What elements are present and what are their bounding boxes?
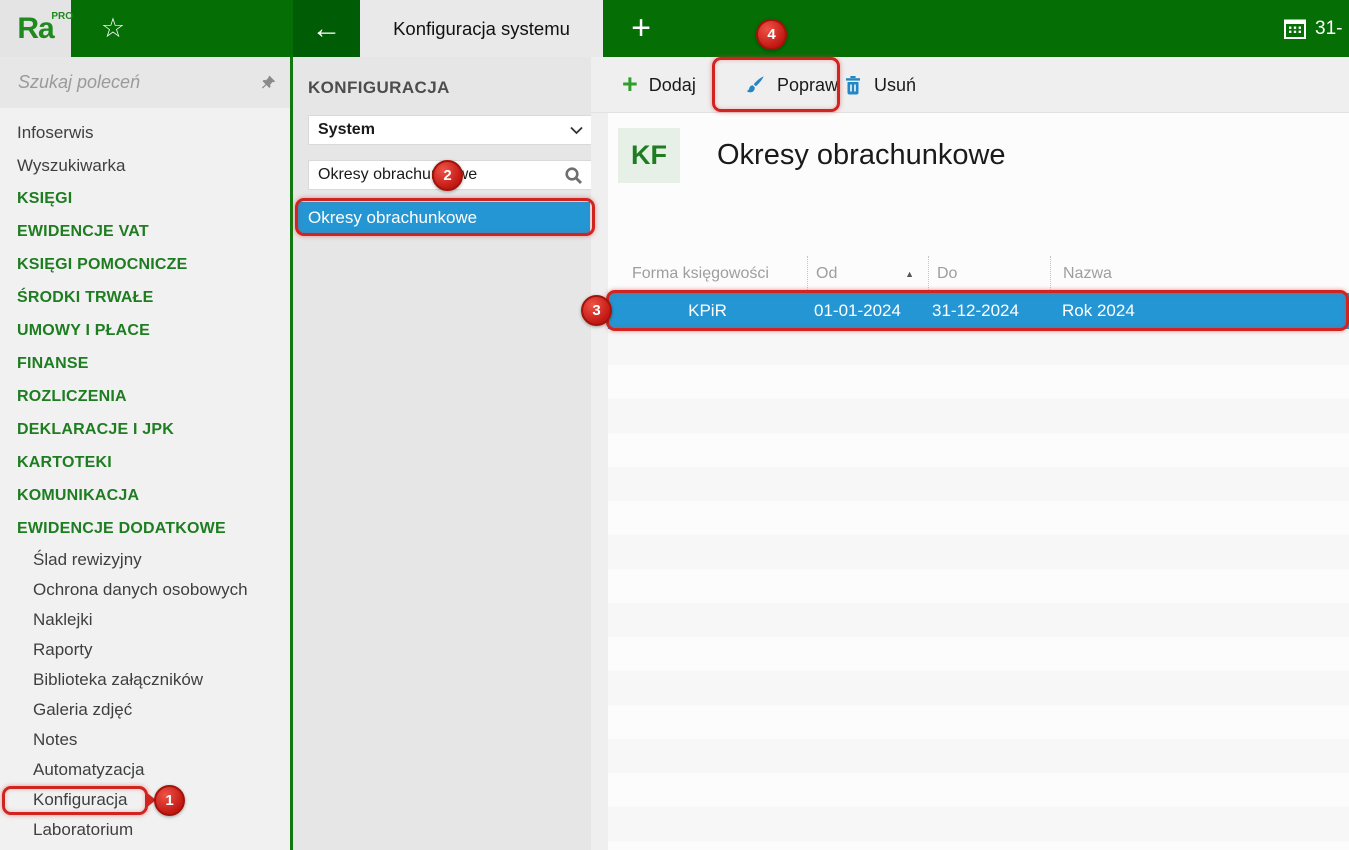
empty-row bbox=[608, 739, 1349, 773]
delete-button[interactable]: Usuń bbox=[843, 57, 916, 113]
table-header: Forma księgowości Od ▲ Do Nazwa bbox=[608, 256, 1349, 292]
sidebar-item-notes[interactable]: Notes bbox=[0, 725, 291, 755]
sidebar-item-galeria-zdjęć[interactable]: Galeria zdjęć bbox=[0, 695, 291, 725]
add-button-label: Dodaj bbox=[648, 74, 696, 95]
column-header-do[interactable]: Do bbox=[928, 256, 1050, 292]
sidebar-item-automatyzacja[interactable]: Automatyzacja bbox=[0, 755, 291, 785]
sidebar-item-naklejki[interactable]: Naklejki bbox=[0, 605, 291, 635]
pin-icon[interactable] bbox=[260, 74, 277, 91]
sidebar-item-raporty[interactable]: Raporty bbox=[0, 635, 291, 665]
sidebar-item-laboratorium[interactable]: Laboratorium bbox=[0, 815, 291, 845]
command-search[interactable]: Szukaj poleceń bbox=[0, 57, 291, 108]
sidebar-item-księgi[interactable]: KSIĘGI bbox=[0, 182, 291, 215]
annotation-circle-1: 1 bbox=[154, 785, 185, 816]
app: { "topbar": { "logo_text": "Ra", "logo_s… bbox=[0, 0, 1349, 850]
sidebar-item-finanse[interactable]: FINANSE bbox=[0, 347, 291, 380]
empty-row bbox=[608, 365, 1349, 399]
column-header-forma-księgowości[interactable]: Forma księgowości bbox=[608, 256, 807, 292]
sidebar-item-kartoteki[interactable]: KARTOTEKI bbox=[0, 446, 291, 479]
empty-row bbox=[608, 467, 1349, 501]
logo-text: Ra bbox=[17, 11, 54, 45]
add-button[interactable]: + Dodaj bbox=[622, 57, 696, 113]
sidebar-item-komunikacja[interactable]: KOMUNIKACJA bbox=[0, 479, 291, 512]
sidebar-item-infoserwis[interactable]: Infoserwis bbox=[0, 116, 291, 149]
config-panel-title: KONFIGURACJA bbox=[308, 78, 450, 97]
empty-row bbox=[608, 535, 1349, 569]
date-widget[interactable]: 31- bbox=[1283, 0, 1349, 57]
chevron-down-icon bbox=[570, 126, 583, 135]
annotation-outline-popraw bbox=[712, 57, 840, 112]
main-toolbar: + Dodaj Popraw Usuń bbox=[591, 57, 1349, 113]
date-text: 31- bbox=[1315, 17, 1343, 39]
dropdown-selected-value: System bbox=[318, 121, 375, 138]
empty-row bbox=[608, 671, 1349, 705]
sidebar-item-umowy-i-płace[interactable]: UMOWY I PŁACE bbox=[0, 314, 291, 347]
sidebar-nav: Infoserwis Wyszukiwarka KSIĘGI EWIDENCJE VA… bbox=[0, 108, 291, 845]
logo-pro-badge: PRO bbox=[51, 10, 73, 22]
table-empty-rows bbox=[608, 331, 1349, 850]
tab-title: Konfiguracja systemu bbox=[393, 17, 570, 39]
annotation-circle-3: 3 bbox=[581, 295, 612, 326]
add-plus-icon: + bbox=[622, 68, 638, 99]
column-header-od[interactable]: Od ▲ bbox=[807, 256, 928, 292]
sidebar-item-ewidencje-vat[interactable]: EWIDENCJE VAT bbox=[0, 215, 291, 248]
annotation-circle-2: 2 bbox=[432, 160, 463, 191]
sidebar-item-ślad-rewizyjny[interactable]: Ślad rewizyjny bbox=[0, 545, 291, 575]
tab-konfiguracja-systemu[interactable]: Konfiguracja systemu bbox=[360, 0, 603, 57]
app-logo: Ra PRO bbox=[0, 0, 73, 57]
calendar-icon bbox=[1283, 17, 1307, 41]
empty-row bbox=[608, 637, 1349, 671]
content-area: KF Okresy obrachunkowe Forma księgowości… bbox=[608, 113, 1349, 850]
empty-row bbox=[608, 331, 1349, 365]
annotation-outline-konfiguracja bbox=[2, 786, 148, 815]
empty-row bbox=[608, 705, 1349, 739]
sidebar-item-środki-trwałe[interactable]: ŚRODKI TRWAŁE bbox=[0, 281, 291, 314]
page-title: Okresy obrachunkowe bbox=[717, 139, 1006, 171]
sidebar-item-wyszukiwarka[interactable]: Wyszukiwarka bbox=[0, 149, 291, 182]
empty-row bbox=[608, 807, 1349, 841]
back-button[interactable]: ← bbox=[293, 0, 360, 57]
new-tab-button[interactable]: + bbox=[603, 0, 679, 57]
favorites-button[interactable]: ☆ bbox=[71, 0, 155, 57]
command-search-placeholder: Szukaj poleceń bbox=[18, 72, 141, 92]
delete-button-label: Usuń bbox=[874, 74, 917, 95]
sidebar-item-rozliczenia[interactable]: ROZLICZENIA bbox=[0, 380, 291, 413]
annotation-circle-4: 4 bbox=[756, 19, 787, 50]
star-icon: ☆ bbox=[100, 13, 126, 43]
empty-row bbox=[608, 399, 1349, 433]
top-bar: Ra PRO ☆ ← Konfiguracja systemu + 31- bbox=[0, 0, 1349, 57]
empty-row bbox=[608, 841, 1349, 850]
module-badge: KF bbox=[618, 128, 680, 183]
empty-row bbox=[608, 501, 1349, 535]
empty-row bbox=[608, 603, 1349, 637]
sidebar: Szukaj poleceń Infoserwis Wyszukiwarka KSI… bbox=[0, 57, 291, 850]
annotation-outline-row bbox=[606, 290, 1349, 331]
annotation-outline-config-item bbox=[295, 198, 595, 236]
sidebar-item-deklaracje-i-jpk[interactable]: DEKLARACJE I JPK bbox=[0, 413, 291, 446]
sidebar-item-księgi-pomocnicze[interactable]: KSIĘGI POMOCNICZE bbox=[0, 248, 291, 281]
sidebar-item-biblioteka-załączników[interactable]: Biblioteka załączników bbox=[0, 665, 291, 695]
sidebar-item-ewidencje-dodatkowe[interactable]: EWIDENCJE DODATKOWE bbox=[0, 512, 291, 545]
empty-row bbox=[608, 773, 1349, 807]
empty-row bbox=[608, 433, 1349, 467]
trash-icon bbox=[843, 75, 863, 96]
plus-icon: + bbox=[631, 9, 651, 47]
column-header-nazwa[interactable]: Nazwa bbox=[1050, 256, 1349, 292]
config-scope-dropdown[interactable]: System bbox=[308, 115, 593, 145]
back-arrow-icon: ← bbox=[311, 11, 342, 45]
sidebar-item-ochrona-danych-osobowych[interactable]: Ochrona danych osobowych bbox=[0, 575, 291, 605]
sort-asc-icon: ▲ bbox=[905, 269, 914, 279]
magnifier-icon[interactable] bbox=[564, 166, 583, 185]
empty-row bbox=[608, 569, 1349, 603]
